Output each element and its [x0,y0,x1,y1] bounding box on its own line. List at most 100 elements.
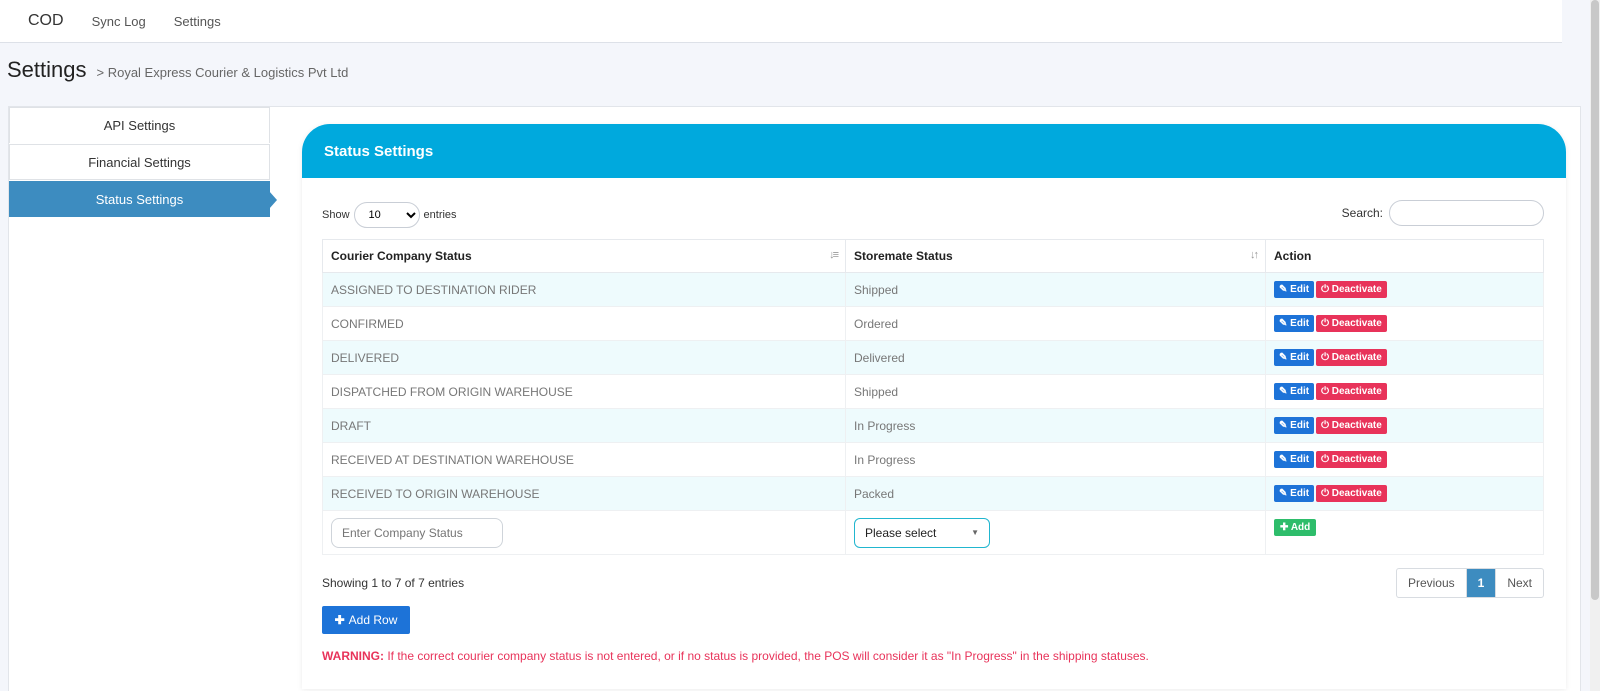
power-icon: ⏻ [1321,284,1329,295]
column-storemate-status[interactable]: Storemate Status ↓↑ [845,239,1266,273]
edit-button[interactable]: ✎ Edit [1274,485,1315,502]
deactivate-button[interactable]: ⏻ Deactivate [1316,281,1387,298]
action-cell: ✎ Edit ⏻ Deactivate [1265,476,1544,511]
add-row-button[interactable]: ✚ Add Row [322,606,410,634]
power-icon: ⏻ [1321,318,1329,329]
courier-status-cell: DELIVERED [322,340,846,375]
select-value: Please select [865,525,937,540]
pagination-next[interactable]: Next [1495,569,1543,597]
column-courier-status[interactable]: Courier Company Status ↓≡ [322,239,846,273]
edit-button[interactable]: ✎ Edit [1274,417,1315,434]
add-row-label: Add Row [348,613,398,627]
deactivate-button[interactable]: ⏻ Deactivate [1316,451,1387,468]
new-company-cell [322,510,846,555]
page-scrollbar[interactable] [1590,0,1600,691]
deactivate-label: Deactivate [1331,352,1382,363]
deactivate-button[interactable]: ⏻ Deactivate [1316,485,1387,502]
column-label: Storemate Status [854,249,953,263]
deactivate-button[interactable]: ⏻ Deactivate [1316,383,1387,400]
storemate-status-cell: Ordered [845,306,1266,341]
edit-button[interactable]: ✎ Edit [1274,315,1315,332]
top-navbar: COD Sync Log Settings [0,0,1562,43]
warning-text: If the correct courier company status is… [384,649,1149,663]
edit-icon: ✎ [1279,454,1288,465]
column-label: Action [1274,249,1312,263]
status-settings-card: Status Settings Show 10 entries Search: … [302,124,1566,689]
edit-button[interactable]: ✎ Edit [1274,281,1315,298]
power-icon: ⏻ [1321,352,1329,363]
deactivate-label: Deactivate [1331,488,1382,499]
sidebar-item-financial-settings[interactable]: Financial Settings [9,144,270,180]
courier-status-cell: RECEIVED AT DESTINATION WAREHOUSE [322,442,846,477]
caret-down-icon: ▼ [971,528,979,537]
entries-label: entries [423,209,457,221]
new-action-cell: ✚ Add [1265,510,1544,555]
edit-label: Edit [1290,284,1310,295]
deactivate-label: Deactivate [1331,454,1382,465]
warning-label: WARNING: [322,649,384,663]
action-cell: ✎ Edit ⏻ Deactivate [1265,442,1544,477]
storemate-status-cell: In Progress [845,408,1266,443]
deactivate-button[interactable]: ⏻ Deactivate [1316,315,1387,332]
table-row: ASSIGNED TO DESTINATION RIDER Shipped ✎ Ed… [322,272,1544,307]
edit-button[interactable]: ✎ Edit [1274,383,1315,400]
storemate-status-cell: In Progress [845,442,1266,477]
warning-message: WARNING: If the correct courier company … [322,649,1149,663]
edit-button[interactable]: ✎ Edit [1274,349,1315,366]
courier-status-cell: DRAFT [322,408,846,443]
deactivate-button[interactable]: ⏻ Deactivate [1316,417,1387,434]
power-icon: ⏻ [1321,386,1329,397]
action-cell: ✎ Edit ⏻ Deactivate [1265,374,1544,409]
courier-status-cell: ASSIGNED TO DESTINATION RIDER [322,272,846,307]
add-label: Add [1290,522,1311,533]
sort-asc-icon: ↓≡ [829,249,839,261]
new-status-row: Please select ▼ ✚ Add [322,510,1544,555]
storemate-status-cell: Delivered [845,340,1266,375]
sidebar-item-status-settings[interactable]: Status Settings [9,181,277,217]
pagination-page-1[interactable]: 1 [1466,569,1496,597]
table-row: RECEIVED TO ORIGIN WAREHOUSE Packed ✎ Edit… [322,476,1544,511]
nav-settings[interactable]: Settings [174,14,221,29]
deactivate-button[interactable]: ⏻ Deactivate [1316,349,1387,366]
status-table: Courier Company Status ↓≡ Storemate Statu… [322,239,1544,555]
table-header-row: Courier Company Status ↓≡ Storemate Statu… [322,239,1544,273]
new-storemate-cell: Please select ▼ [845,510,1266,555]
add-button[interactable]: ✚ Add [1274,519,1317,536]
edit-icon: ✎ [1279,284,1288,295]
deactivate-label: Deactivate [1331,420,1382,431]
action-cell: ✎ Edit ⏻ Deactivate [1265,408,1544,443]
table-info: Showing 1 to 7 of 7 entries [322,576,465,590]
edit-label: Edit [1290,318,1310,329]
search-label: Search: [1341,206,1383,220]
edit-label: Edit [1290,352,1310,363]
entries-length-control: Show 10 entries [322,202,457,228]
search-input[interactable] [1389,200,1544,226]
edit-label: Edit [1290,488,1310,499]
edit-icon: ✎ [1279,352,1288,363]
nav-sync-log[interactable]: Sync Log [92,14,146,29]
edit-label: Edit [1290,454,1310,465]
edit-label: Edit [1290,386,1310,397]
edit-icon: ✎ [1279,420,1288,431]
column-label: Courier Company Status [331,249,472,263]
table-row: DELIVERED Delivered ✎ Edit ⏻ Deactivate [322,340,1544,375]
pagination: Previous 1 Next [1395,568,1544,598]
power-icon: ⏻ [1321,420,1329,431]
table-row: DISPATCHED FROM ORIGIN WAREHOUSE Shipped ✎… [322,374,1544,409]
entries-select[interactable]: 10 [353,202,420,228]
edit-button[interactable]: ✎ Edit [1274,451,1315,468]
scrollbar-thumb[interactable] [1591,0,1599,600]
storemate-status-select[interactable]: Please select ▼ [854,517,990,548]
show-label: Show [322,209,350,221]
brand-link[interactable]: COD [28,12,64,30]
sidebar-item-api-settings[interactable]: API Settings [9,107,270,143]
table-row: RECEIVED AT DESTINATION WAREHOUSE In Prog… [322,442,1544,477]
search-control: Search: [1342,200,1544,226]
plus-icon: ✚ [334,613,345,627]
courier-status-cell: DISPATCHED FROM ORIGIN WAREHOUSE [322,374,846,409]
page-title: Settings [7,57,87,82]
company-status-input[interactable] [331,517,503,548]
card-title: Status Settings [324,142,434,160]
action-cell: ✎ Edit ⏻ Deactivate [1265,272,1544,307]
pagination-previous[interactable]: Previous [1397,569,1467,597]
